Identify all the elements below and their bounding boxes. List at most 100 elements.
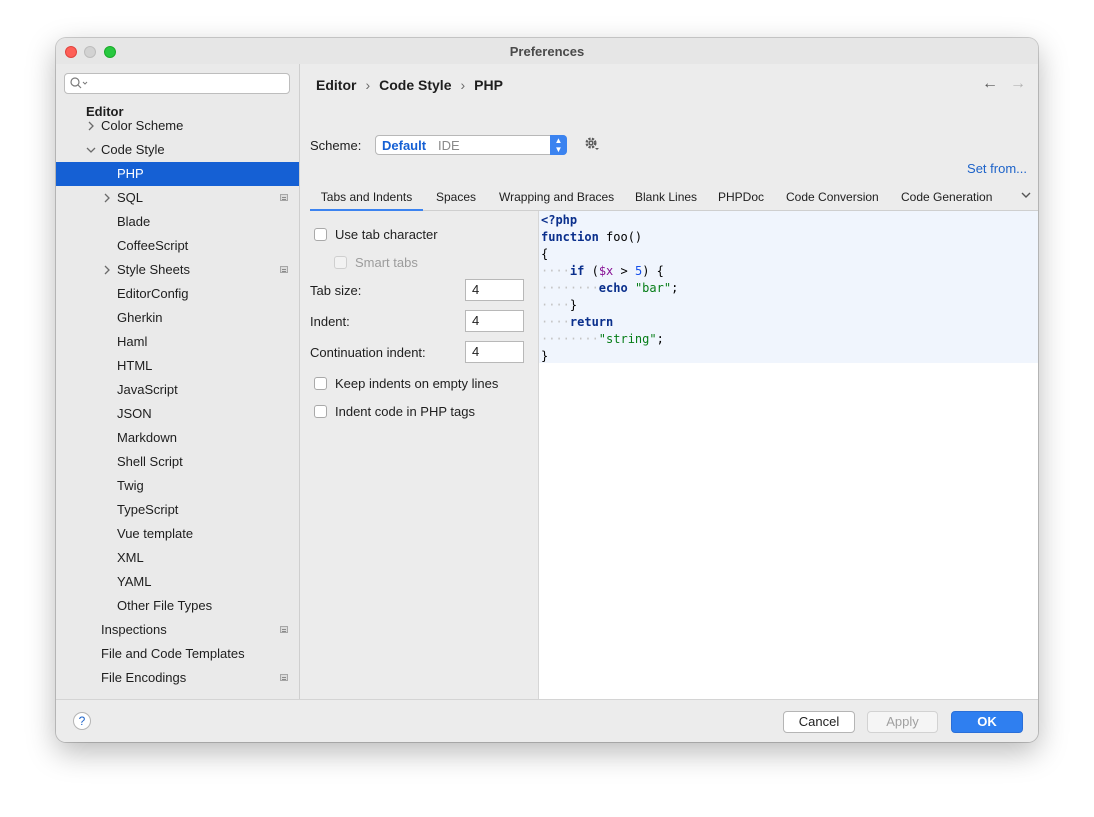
- sidebar-item-code-style[interactable]: Code Style: [56, 138, 299, 162]
- updown-chevron-icon: ▲ ▼: [550, 135, 567, 155]
- code-line: ····}: [541, 298, 578, 312]
- use-tab-character-checkbox[interactable]: [314, 228, 327, 241]
- code-line: function foo(): [541, 230, 643, 244]
- sidebar-item-file-encodings[interactable]: File Encodings: [56, 666, 299, 690]
- cancel-button[interactable]: Cancel: [783, 711, 855, 733]
- sidebar-item-twig[interactable]: Twig: [56, 474, 299, 498]
- use-tab-character-label: Use tab character: [335, 227, 438, 242]
- code-line: ········echo "bar";: [541, 281, 679, 295]
- sidebar-item-other-file-types[interactable]: Other File Types: [56, 594, 299, 618]
- sidebar-item-xml[interactable]: XML: [56, 546, 299, 570]
- smart-tabs-checkbox: [334, 256, 347, 269]
- code-preview-content: <?php function foo() { ····if ($x > 5) {…: [539, 211, 1038, 363]
- breadcrumb-php: PHP: [474, 77, 503, 93]
- sidebar-item-haml[interactable]: Haml: [56, 330, 299, 354]
- apply-button[interactable]: Apply: [867, 711, 938, 733]
- code-preview[interactable]: <?php function foo() { ····if ($x > 5) {…: [539, 211, 1038, 699]
- sidebar-item-label: Haml: [117, 334, 148, 349]
- tab-code-conversion[interactable]: Code Conversion: [786, 185, 879, 209]
- indent-php-tags-checkbox[interactable]: [314, 405, 327, 418]
- breadcrumb-code-style[interactable]: Code Style: [379, 77, 451, 93]
- sidebar-item-coffeescript[interactable]: CoffeeScript: [56, 234, 299, 258]
- sidebar-item-label: PHP: [117, 166, 144, 181]
- chevron-right-icon[interactable]: [102, 258, 112, 282]
- sidebar-item-style-sheets[interactable]: Style Sheets: [56, 258, 299, 282]
- sidebar-item-editorconfig[interactable]: EditorConfig: [56, 282, 299, 306]
- sidebar-item-markdown[interactable]: Markdown: [56, 426, 299, 450]
- sidebar-item-typescript[interactable]: TypeScript: [56, 498, 299, 522]
- code-line: <?php: [541, 213, 578, 227]
- project-settings-icon: [280, 194, 288, 201]
- tab-tabs-and-indents[interactable]: Tabs and Indents: [310, 185, 423, 212]
- tab-phpdoc[interactable]: PHPDoc: [718, 185, 764, 209]
- chevron-down-icon[interactable]: [86, 138, 96, 162]
- forward-arrow-icon[interactable]: →: [1010, 75, 1026, 92]
- sidebar-item-vue-template[interactable]: Vue template: [56, 522, 299, 546]
- sidebar-item-label: Gherkin: [117, 310, 163, 325]
- indent-php-tags-label: Indent code in PHP tags: [335, 404, 475, 419]
- sidebar-item-label: File and Code Templates: [101, 646, 245, 661]
- sidebar-item-label: File Encodings: [101, 670, 187, 685]
- code-line: {: [541, 247, 549, 261]
- set-from-link[interactable]: Set from...: [967, 161, 1027, 176]
- scheme-label: Scheme:: [310, 138, 362, 153]
- sidebar-item-sql[interactable]: SQL: [56, 186, 299, 210]
- sidebar-item-label: Shell Script: [117, 454, 183, 469]
- sidebar-item-color-scheme[interactable]: Color Scheme: [56, 114, 299, 138]
- sidebar-item-label: Twig: [117, 478, 144, 493]
- continuation-indent-field[interactable]: 4: [465, 341, 524, 363]
- sidebar-item-label: Blade: [117, 214, 151, 229]
- sidebar-item-shell-script[interactable]: Shell Script: [56, 450, 299, 474]
- back-arrow-icon[interactable]: ←: [982, 75, 998, 92]
- sidebar-item-file-and-code-templates[interactable]: File and Code Templates: [56, 642, 299, 666]
- tab-code-generation[interactable]: Code Generation: [901, 185, 992, 209]
- sidebar-item-label: TypeScript: [117, 502, 179, 517]
- chevron-right-icon[interactable]: [102, 186, 112, 210]
- breadcrumb-editor[interactable]: Editor: [316, 77, 356, 93]
- sidebar-item-blade[interactable]: Blade: [56, 210, 299, 234]
- chevron-down-icon[interactable]: [1020, 189, 1032, 201]
- code-line: ········"string";: [541, 332, 664, 346]
- sidebar-item-html[interactable]: HTML: [56, 354, 299, 378]
- sidebar-item-label: XML: [117, 550, 144, 565]
- sidebar-item-label: Vue template: [117, 526, 194, 541]
- scheme-type: IDE: [438, 138, 460, 153]
- sidebar-item-yaml[interactable]: YAML: [56, 570, 299, 594]
- keep-indents-label: Keep indents on empty lines: [335, 376, 499, 391]
- tab-wrapping-and-braces[interactable]: Wrapping and Braces: [499, 185, 614, 209]
- smart-tabs-label: Smart tabs: [355, 255, 418, 270]
- sidebar-item-json[interactable]: JSON: [56, 402, 299, 426]
- sidebar-item-label: CoffeeScript: [117, 238, 189, 253]
- code-line: ····if ($x > 5) {: [541, 264, 664, 278]
- keep-indents-checkbox[interactable]: [314, 377, 327, 390]
- tab-spaces[interactable]: Spaces: [436, 185, 476, 209]
- indent-options-panel: Use tab character Smart tabs Tab size: 4…: [300, 211, 539, 699]
- help-button[interactable]: ?: [73, 712, 91, 730]
- sidebar-item-javascript[interactable]: JavaScript: [56, 378, 299, 402]
- scheme-name: Default: [382, 138, 427, 153]
- tab-blank-lines[interactable]: Blank Lines: [635, 185, 697, 209]
- settings-content: Editor › Code Style › PHP ← → Scheme: Default…: [300, 64, 1038, 699]
- project-settings-icon: [280, 266, 288, 273]
- sidebar-item-label: Style Sheets: [117, 262, 190, 277]
- scheme-dropdown[interactable]: Default IDE ▲ ▼: [375, 135, 567, 155]
- sidebar-item-php[interactable]: PHP: [56, 162, 299, 186]
- settings-search-input[interactable]: [64, 73, 290, 94]
- indent-field[interactable]: 4: [465, 310, 524, 332]
- search-icon: [70, 77, 88, 89]
- breadcrumb: Editor › Code Style › PHP: [316, 77, 503, 93]
- chevron-right-icon[interactable]: [86, 114, 96, 138]
- gear-icon[interactable]: [584, 136, 601, 153]
- sidebar-item-label: Color Scheme: [101, 118, 184, 133]
- sidebar-item-label: Inspections: [101, 622, 167, 637]
- history-navigation: ← →: [970, 75, 1026, 93]
- ok-button[interactable]: OK: [951, 711, 1023, 733]
- sidebar-item-inspections[interactable]: Inspections: [56, 618, 299, 642]
- tab-size-label: Tab size:: [310, 283, 362, 298]
- tab-size-field[interactable]: 4: [465, 279, 524, 301]
- sidebar-item-gherkin[interactable]: Gherkin: [56, 306, 299, 330]
- title-bar: Preferences: [56, 38, 1038, 64]
- sidebar-item-label: EditorConfig: [117, 286, 189, 301]
- project-settings-icon: [280, 674, 288, 681]
- continuation-indent-label: Continuation indent:: [310, 345, 426, 360]
